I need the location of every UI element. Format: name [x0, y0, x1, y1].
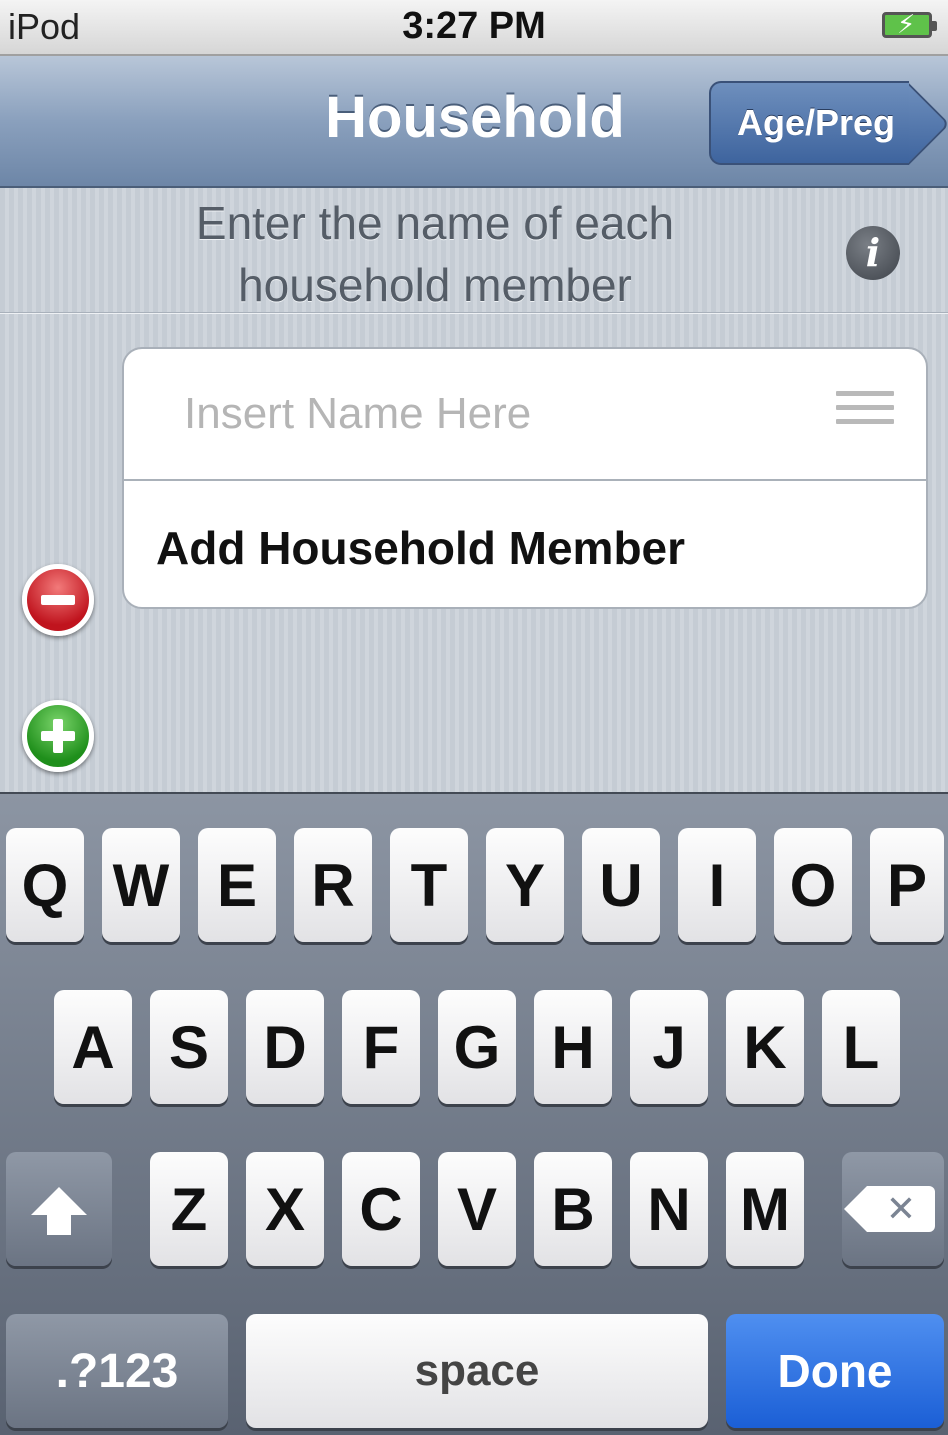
reorder-grip-icon[interactable] [836, 391, 894, 439]
key-u[interactable]: U [582, 828, 660, 942]
minus-circle-icon [41, 595, 75, 605]
key-n[interactable]: N [630, 1152, 708, 1266]
key-z[interactable]: Z [150, 1152, 228, 1266]
key-o[interactable]: O [774, 828, 852, 942]
key-g[interactable]: G [438, 990, 516, 1104]
row-divider [124, 479, 926, 481]
keyboard: Q W E R T Y U I O P A S D F G H J K L Z … [0, 792, 948, 1435]
navigation-bar: Household Age/Preg [0, 56, 948, 188]
shift-key[interactable] [6, 1152, 112, 1266]
status-time: 3:27 PM [402, 5, 546, 47]
key-c[interactable]: C [342, 1152, 420, 1266]
key-x[interactable]: X [246, 1152, 324, 1266]
key-k[interactable]: K [726, 990, 804, 1104]
key-v[interactable]: V [438, 1152, 516, 1266]
info-icon[interactable]: i [846, 226, 900, 280]
key-d[interactable]: D [246, 990, 324, 1104]
key-h[interactable]: H [534, 990, 612, 1104]
key-b[interactable]: B [534, 1152, 612, 1266]
key-e[interactable]: E [198, 828, 276, 942]
key-w[interactable]: W [102, 828, 180, 942]
add-household-member-row[interactable]: Add Household Member [156, 521, 685, 575]
header-separator [0, 312, 948, 314]
key-i[interactable]: I [678, 828, 756, 942]
shift-arrow-icon [31, 1187, 87, 1235]
backspace-key[interactable]: ✕ [842, 1152, 944, 1266]
household-member-table: Add Household Member [122, 347, 928, 609]
member-name-input[interactable] [184, 379, 804, 449]
add-member-icon-button[interactable] [22, 700, 94, 772]
key-r[interactable]: R [294, 828, 372, 942]
backspace-icon: ✕ [844, 1186, 935, 1232]
key-l[interactable]: L [822, 990, 900, 1104]
key-a[interactable]: A [54, 990, 132, 1104]
key-s[interactable]: S [150, 990, 228, 1104]
key-m[interactable]: M [726, 1152, 804, 1266]
key-q[interactable]: Q [6, 828, 84, 942]
key-j[interactable]: J [630, 990, 708, 1104]
delete-member-button[interactable] [22, 564, 94, 636]
done-key[interactable]: Done [726, 1314, 944, 1428]
page-title: Household [325, 85, 625, 150]
key-f[interactable]: F [342, 990, 420, 1104]
numbers-key[interactable]: .?123 [6, 1314, 228, 1428]
age-preg-forward-button[interactable]: Age/Preg [709, 81, 909, 165]
key-p[interactable]: P [870, 828, 944, 942]
content-area: Enter the name of each household member … [0, 188, 948, 792]
key-t[interactable]: T [390, 828, 468, 942]
battery-charging-icon: ⚡ [882, 9, 937, 39]
instructions-text: Enter the name of each household member [195, 197, 675, 311]
status-bar: iPod 3:27 PM ⚡ [0, 0, 948, 56]
space-key[interactable]: space [246, 1314, 708, 1428]
key-y[interactable]: Y [486, 828, 564, 942]
